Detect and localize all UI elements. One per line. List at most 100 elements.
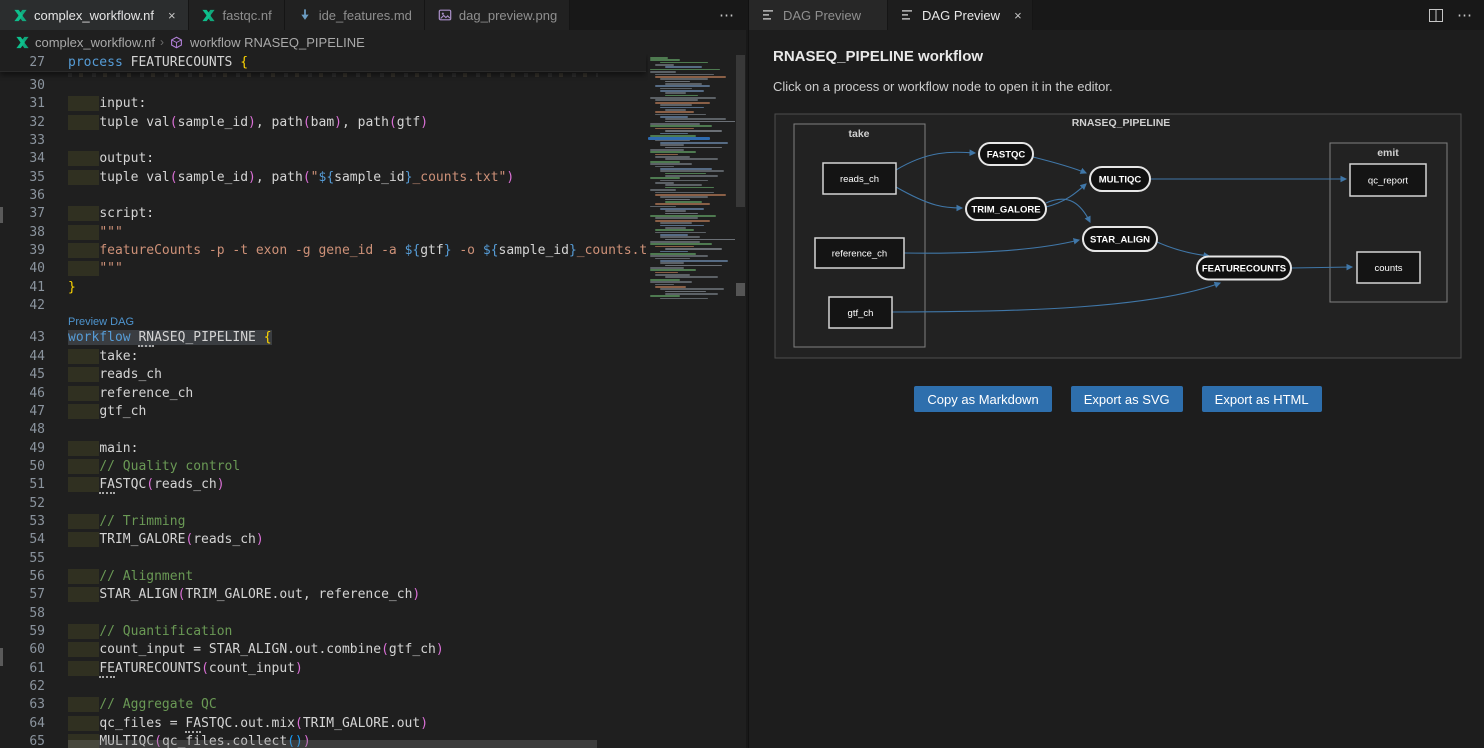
line-number: 63 (0, 696, 45, 714)
dag-node-gtf_ch[interactable]: gtf_ch (829, 297, 892, 328)
code-line[interactable]: 37 script: (0, 205, 746, 223)
close-tab-icon[interactable]: × (168, 8, 176, 23)
dag-node-STAR_ALIGN[interactable]: STAR_ALIGN (1083, 227, 1157, 251)
code-line[interactable]: 52 (0, 495, 746, 513)
breadcrumb-file[interactable]: complex_workflow.nf (35, 35, 155, 50)
right-tab-strip: DAG PreviewDAG Preview× ⋯ (749, 0, 1484, 30)
code-line[interactable]: 54 TRIM_GALORE(reads_ch) (0, 531, 746, 549)
code-line[interactable]: 51 FASTQC(reads_ch) (0, 476, 746, 494)
code-line[interactable]: 53 // Trimming (0, 513, 746, 531)
more-actions-icon[interactable]: ⋯ (719, 6, 734, 24)
code-line[interactable]: 50 // Quality control (0, 458, 746, 476)
breadcrumb-symbol[interactable]: workflow RNASEQ_PIPELINE (190, 35, 365, 50)
horizontal-scrollbar[interactable] (68, 740, 597, 748)
code-line[interactable]: 49 main: (0, 440, 746, 458)
code-line[interactable]: 43workflow RNASEQ_PIPELINE { (0, 329, 746, 347)
line-number: 47 (0, 403, 45, 421)
code-line[interactable]: 27process FEATURECOUNTS { (0, 54, 646, 72)
code-line[interactable]: 48 (0, 421, 746, 439)
sticky-scroll-line[interactable]: 27process FEATURECOUNTS { (0, 54, 646, 72)
code-line[interactable]: 61 FEATURECOUNTS(count_input) (0, 660, 746, 678)
close-tab-icon[interactable]: × (1014, 8, 1022, 23)
tab-complex-workflow-nf[interactable]: complex_workflow.nf× (0, 0, 189, 30)
dag-cluster-label-emit: emit (1377, 147, 1399, 159)
minimap-line (655, 166, 674, 168)
line-number: 57 (0, 586, 45, 604)
code-line[interactable]: 36 (0, 187, 746, 205)
line-content: tuple val(sample_id), path(bam), path(gt… (45, 114, 428, 132)
minimap-line (660, 107, 704, 109)
code-line[interactable]: 60 count_input = STAR_ALIGN.out.combine(… (0, 641, 746, 659)
code-line[interactable]: 31 input: (0, 95, 746, 113)
minimap-line (655, 74, 714, 76)
export-as-html-button[interactable]: Export as HTML (1202, 386, 1322, 412)
line-number: 52 (0, 495, 45, 513)
code-line[interactable]: 33 (0, 132, 746, 150)
minimap-line (650, 177, 680, 179)
tab-fastqc-nf[interactable]: fastqc.nf (189, 0, 285, 30)
line-number: 38 (0, 224, 45, 242)
code-line[interactable]: 57 STAR_ALIGN(TRIM_GALORE.out, reference… (0, 586, 746, 604)
more-actions-icon[interactable]: ⋯ (1457, 6, 1472, 24)
line-number: 61 (0, 660, 45, 678)
line-number: 30 (0, 77, 45, 95)
minimap-line (665, 92, 686, 94)
codelens-preview-dag[interactable]: Preview DAG (0, 315, 746, 329)
minimap-line (660, 144, 684, 146)
minimap-line (655, 203, 710, 205)
code-line[interactable]: 46 reference_ch (0, 385, 746, 403)
dag-node-FEATURECOUNTS[interactable]: FEATURECOUNTS (1197, 257, 1291, 280)
line-number: 46 (0, 385, 45, 403)
minimap-line (665, 118, 726, 120)
minimap-line (660, 170, 724, 172)
dag-node-counts[interactable]: counts (1357, 252, 1420, 283)
split-editor-icon[interactable] (1429, 9, 1443, 22)
dag-node-label-MULTIQC: MULTIQC (1099, 175, 1142, 186)
code-line[interactable]: 58 (0, 605, 746, 623)
minimap-line (660, 288, 724, 290)
code-editor[interactable]: 27process FEATURECOUNTS { 3031 input:32 … (0, 54, 746, 748)
tab-dag-preview[interactable]: DAG Preview× (888, 0, 1033, 30)
dag-node-TRIM_GALORE[interactable]: TRIM_GALORE (966, 198, 1046, 220)
scrollbar-thumb[interactable] (736, 55, 745, 207)
code-line[interactable]: 41} (0, 279, 746, 297)
line-content (45, 550, 68, 568)
copy-as-markdown-button[interactable]: Copy as Markdown (914, 386, 1051, 412)
minimap-line (660, 225, 704, 227)
code-line[interactable]: 62 (0, 678, 746, 696)
minimap-line (665, 210, 686, 212)
code-line[interactable]: 39 featureCounts -p -t exon -g gene_id -… (0, 242, 746, 260)
code-line[interactable]: 56 // Alignment (0, 568, 746, 586)
dag-node-FASTQC[interactable]: FASTQC (979, 143, 1033, 165)
export-as-svg-button[interactable]: Export as SVG (1071, 386, 1183, 412)
minimap-line (665, 248, 722, 250)
minimap[interactable] (648, 54, 735, 748)
tab-dag-preview[interactable]: DAG Preview (749, 0, 888, 30)
dag-node-reference_ch[interactable]: reference_ch (815, 238, 904, 268)
dag-node-label-counts: counts (1375, 263, 1403, 274)
dag-node-MULTIQC[interactable]: MULTIQC (1090, 167, 1150, 191)
code-line[interactable]: 35 tuple val(sample_id), path("${sample_… (0, 169, 746, 187)
code-line[interactable]: 42 (0, 297, 746, 315)
dag-node-reads_ch[interactable]: reads_ch (823, 163, 896, 194)
code-line[interactable]: 40 """ (0, 260, 746, 278)
dag-node-qc_report[interactable]: qc_report (1350, 164, 1426, 196)
line-content: qc_files = FASTQC.out.mix(TRIM_GALORE.ou… (45, 715, 428, 733)
tab-dag-preview-png[interactable]: dag_preview.png (425, 0, 570, 30)
code-line[interactable]: 44 take: (0, 348, 746, 366)
nextflow-icon (201, 7, 217, 23)
line-number: 34 (0, 150, 45, 168)
vertical-scrollbar[interactable] (735, 54, 746, 748)
code-line[interactable]: 47 gtf_ch (0, 403, 746, 421)
tab-ide-features-md[interactable]: ide_features.md (285, 0, 425, 30)
line-content: input: (45, 95, 146, 113)
code-line[interactable]: 34 output: (0, 150, 746, 168)
code-line[interactable]: 30 (0, 77, 746, 95)
code-line[interactable]: 55 (0, 550, 746, 568)
code-line[interactable]: 45 reads_ch (0, 366, 746, 384)
code-line[interactable]: 59 // Quantification (0, 623, 746, 641)
code-line[interactable]: 32 tuple val(sample_id), path(bam), path… (0, 114, 746, 132)
code-line[interactable]: 64 qc_files = FASTQC.out.mix(TRIM_GALORE… (0, 715, 746, 733)
code-line[interactable]: 38 """ (0, 224, 746, 242)
code-line[interactable]: 63 // Aggregate QC (0, 696, 746, 714)
